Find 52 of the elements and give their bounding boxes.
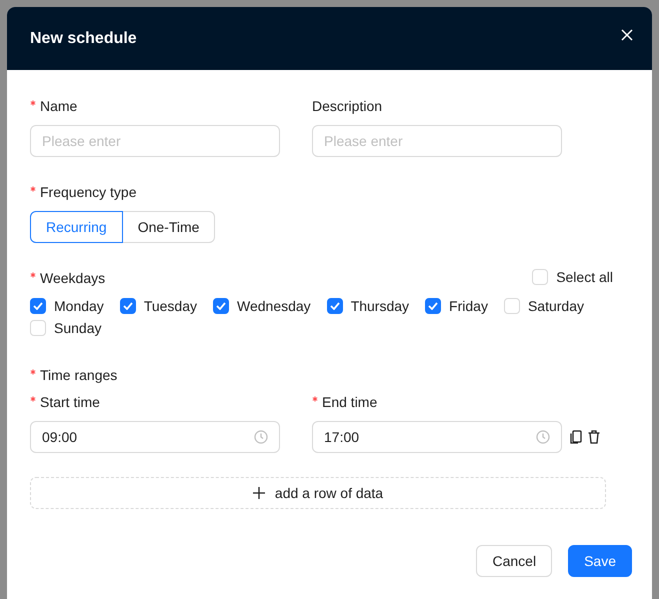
checkbox-label: Saturday (528, 298, 584, 314)
field-label: Frequency type (40, 184, 136, 200)
required-mark (312, 396, 318, 402)
checkbox-label: Sunday (54, 320, 102, 336)
clock-icon (254, 430, 268, 444)
time-value: 09:00 (42, 429, 78, 445)
required-mark (30, 186, 36, 192)
field-label: End time (322, 394, 378, 410)
checkbox-label: Select all (556, 269, 613, 285)
checkbox[interactable] (326, 298, 343, 314)
checkbox-label: Friday (449, 298, 488, 314)
text-input[interactable]: Please enter (312, 125, 562, 157)
close-icon (621, 28, 633, 40)
checkbox[interactable] (425, 298, 442, 314)
segment-option[interactable]: Recurring (30, 211, 123, 243)
field-label: Start time (40, 394, 100, 410)
time-picker[interactable]: 09:00 (30, 421, 280, 453)
dialog-title: New schedule (30, 30, 137, 48)
required-mark (30, 272, 36, 278)
check-icon (122, 302, 133, 310)
checkbox[interactable] (120, 298, 136, 314)
field-label: Description (312, 98, 382, 114)
checkbox-label: Wednesday (237, 298, 311, 314)
time-value: 17:00 (324, 429, 360, 445)
copy-button[interactable] (570, 430, 582, 444)
check-icon (330, 302, 340, 310)
checkbox-label: Thursday (350, 298, 410, 314)
required-mark (30, 369, 36, 375)
check-icon (33, 302, 43, 310)
checkbox[interactable] (213, 298, 229, 314)
checkbox-label: Monday (54, 298, 104, 314)
segment-option[interactable]: One-Time (122, 211, 216, 243)
required-mark (30, 396, 36, 402)
field-label: Time ranges (40, 367, 118, 383)
field-label: Weekdays (40, 270, 106, 286)
time-picker[interactable]: 17:00 (312, 421, 562, 453)
delete-button[interactable] (588, 430, 600, 444)
check-icon (428, 302, 438, 310)
add-row-button[interactable]: add a row of data (30, 477, 606, 509)
plus-icon (252, 487, 265, 499)
close-button[interactable] (619, 26, 635, 42)
copy-icon (570, 430, 582, 444)
checkbox[interactable] (30, 298, 46, 314)
required-mark (30, 100, 36, 106)
clock-icon (536, 430, 550, 444)
save-button[interactable]: Save (568, 545, 632, 577)
check-icon (216, 302, 226, 310)
cancel-button[interactable]: Cancel (476, 545, 552, 577)
checkbox-label: Tuesday (144, 298, 197, 314)
text-input[interactable]: Please enter (30, 125, 280, 157)
trash-icon (588, 430, 600, 444)
field-label: Name (40, 98, 78, 114)
